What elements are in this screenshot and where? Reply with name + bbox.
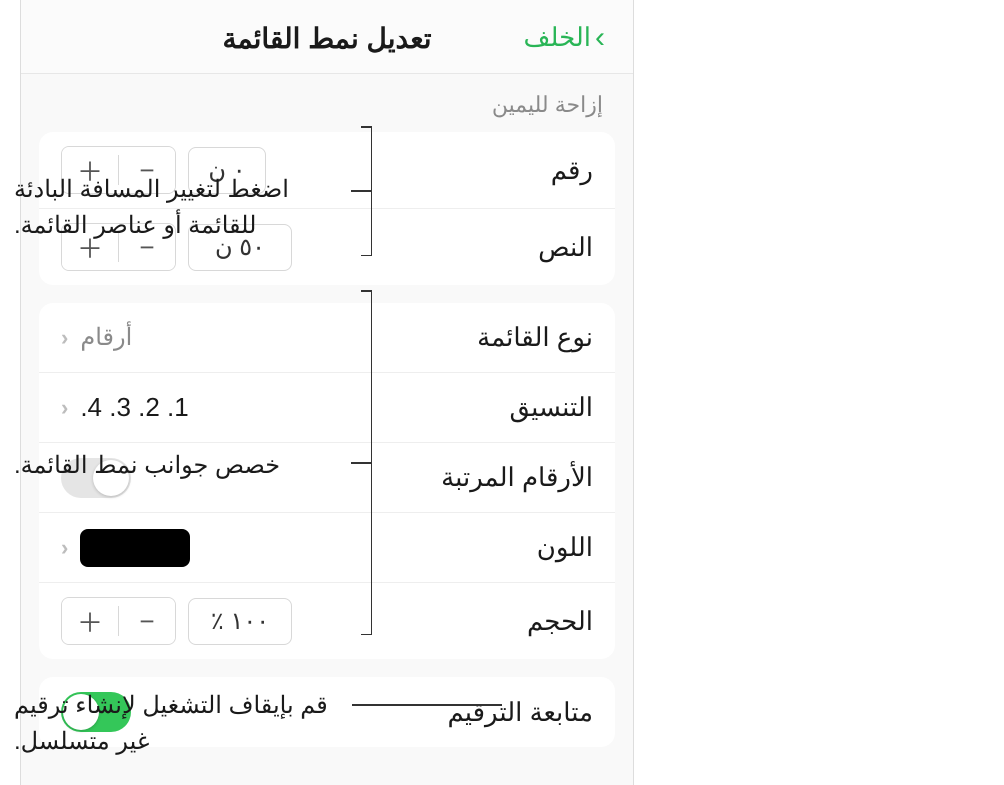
list-type-value: أرقام: [80, 323, 132, 352]
color-swatch: [80, 529, 190, 567]
chevron-left-icon: ‹: [61, 325, 68, 351]
text-indent-label: النص: [538, 232, 593, 263]
callout-continue: قم بإيقاف التشغيل لإنشاء ترقيم غير متسلس…: [14, 688, 344, 760]
callout-indent: اضغط لتغيير المسافة البادئة للقائمة أو ع…: [14, 172, 344, 244]
panel-title: تعديل نمط القائمة: [49, 22, 605, 55]
back-label: الخلف: [524, 22, 591, 53]
color-label: اللون: [537, 532, 593, 563]
chevron-left-icon: ‹: [61, 535, 68, 561]
size-value: ١٠٠ ٪: [188, 598, 292, 645]
callout-customize: خصص جوانب نمط القائمة.: [14, 448, 344, 484]
size-row: الحجم ١٠٠ ٪ − ＋: [39, 583, 615, 659]
list-type-row[interactable]: نوع القائمة أرقام ‹: [39, 303, 615, 373]
panel-header: › الخلف تعديل نمط القائمة: [21, 0, 633, 74]
format-row[interactable]: التنسيق .4 .3 .2 .1 ‹: [39, 373, 615, 443]
chevron-right-icon: ›: [595, 23, 605, 53]
back-button[interactable]: › الخلف: [524, 22, 605, 53]
tiered-numbers-label: الأرقام المرتبة: [441, 462, 593, 493]
list-style-panel: › الخلف تعديل نمط القائمة إزاحة لليمين ر…: [20, 0, 634, 785]
size-increase[interactable]: ＋: [62, 598, 118, 644]
format-value: .4 .3 .2 .1: [80, 392, 188, 423]
chevron-left-icon: ‹: [61, 395, 68, 421]
size-decrease[interactable]: −: [119, 598, 175, 644]
color-row[interactable]: اللون ‹: [39, 513, 615, 583]
size-label: الحجم: [527, 606, 593, 637]
format-label: التنسيق: [509, 392, 593, 423]
list-type-label: نوع القائمة: [477, 322, 593, 353]
number-indent-label: رقم: [551, 155, 593, 186]
indent-section-header: إزاحة لليمين: [21, 74, 633, 126]
size-stepper: − ＋: [61, 597, 176, 645]
continue-numbering-label: متابعة الترقيم: [447, 697, 593, 728]
